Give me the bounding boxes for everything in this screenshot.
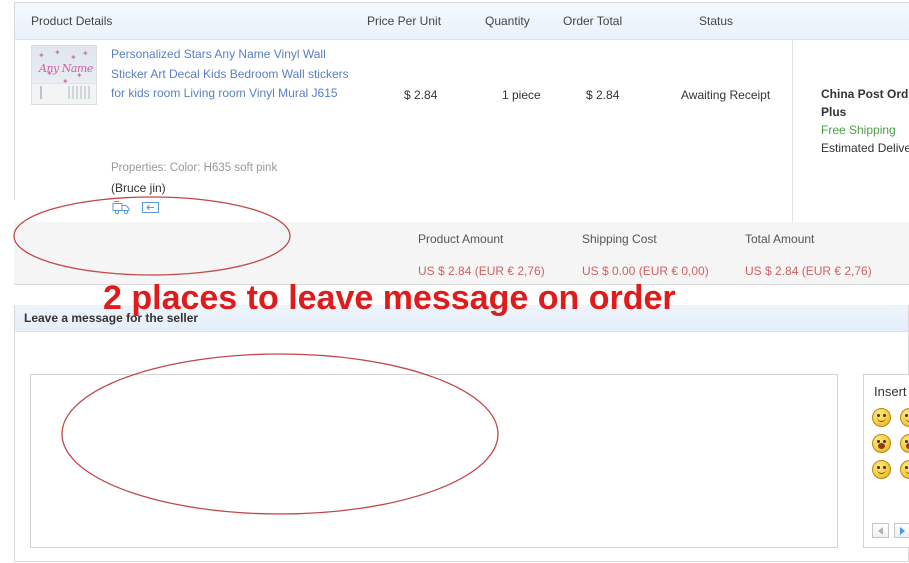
order-panel: Product Details Price Per Unit Quantity … (14, 2, 909, 263)
table-header-row: Product Details Price Per Unit Quantity … (15, 3, 909, 40)
page-root: Product Details Price Per Unit Quantity … (0, 0, 909, 563)
thumbnail-fence-decor (68, 86, 92, 99)
emoji-grid (872, 408, 909, 483)
column-header-order-total: Order Total (563, 14, 623, 28)
order-item-row: ✦ ✦ ✦ ✦ ✦ ✦ ✦ Any Name Personalized Star… (15, 40, 909, 263)
product-title-link[interactable]: Personalized Stars Any Name Vinyl Wall S… (111, 45, 361, 104)
annotation-banner-text: 2 places to leave message on order (103, 279, 676, 317)
star-decor-icon: ✦ (70, 53, 77, 62)
seller-message-textarea[interactable] (30, 374, 838, 548)
cell-quantity: 1 piece (502, 88, 541, 102)
column-header-product-details: Product Details (31, 14, 113, 28)
summary-value-product-amount: US $ 2.84 (EUR € 2,76) (418, 264, 545, 278)
item-action-icons (112, 200, 160, 215)
free-shipping-label: Free Shipping (821, 123, 896, 137)
cell-price-per-unit: $ 2.84 (404, 88, 438, 102)
column-divider (792, 40, 793, 223)
star-decor-icon: ✦ (38, 51, 45, 60)
return-arrow-icon[interactable] (141, 200, 160, 215)
emoji-next-button[interactable] (894, 523, 909, 538)
star-decor-icon: ✦ (82, 49, 89, 58)
summary-label-shipping-cost: Shipping Cost (582, 232, 657, 246)
order-summary-bar: Product Amount US $ 2.84 (EUR € 2,76) Sh… (14, 222, 909, 285)
estimated-delivery-label: Estimated Delivery (821, 141, 909, 155)
laughing-face-icon[interactable] (872, 434, 891, 453)
product-properties: Properties: Color: H635 soft pink (111, 162, 278, 174)
smiley-face-icon[interactable] (900, 408, 909, 427)
thumbnail-tree-decor (40, 86, 42, 99)
seller-name: (Bruce jin) (111, 181, 166, 195)
column-header-status: Status (699, 14, 734, 28)
shipping-method-name: China Post Ordin Plus (821, 87, 909, 119)
emoji-insert-panel: Insert (863, 374, 909, 548)
summary-value-total-amount: US $ 2.84 (EUR € 2,76) (745, 264, 872, 278)
summary-value-shipping-cost: US $ 0.00 (EUR € 0,00) (582, 264, 709, 278)
smirking-face-icon[interactable] (872, 460, 891, 479)
star-decor-icon: ✦ (54, 48, 61, 57)
product-thumbnail[interactable]: ✦ ✦ ✦ ✦ ✦ ✦ ✦ Any Name (31, 45, 97, 105)
summary-label-product-amount: Product Amount (418, 232, 504, 246)
summary-label-total-amount: Total Amount (745, 232, 815, 246)
smirking-face-icon[interactable] (900, 460, 909, 479)
cell-order-total: $ 2.84 (586, 88, 620, 102)
thumbnail-name-art: Any Name (39, 62, 93, 75)
shipping-info-block: China Post Ordin Plus Free Shipping Esti… (821, 85, 909, 157)
star-decor-icon: ✦ (62, 77, 69, 86)
laughing-face-icon[interactable] (900, 434, 909, 453)
column-header-quantity: Quantity (485, 14, 530, 28)
leave-message-panel: Leave a message for the seller Insert (14, 305, 909, 562)
smiley-face-icon[interactable] (872, 408, 891, 427)
column-header-price-per-unit: Price Per Unit (367, 14, 442, 28)
emoji-panel-title: Insert (874, 384, 907, 399)
cell-status: Awaiting Receipt (681, 88, 771, 102)
emoji-prev-button[interactable] (872, 523, 889, 538)
shipping-truck-icon[interactable] (112, 200, 131, 215)
emoji-pager (872, 523, 909, 538)
